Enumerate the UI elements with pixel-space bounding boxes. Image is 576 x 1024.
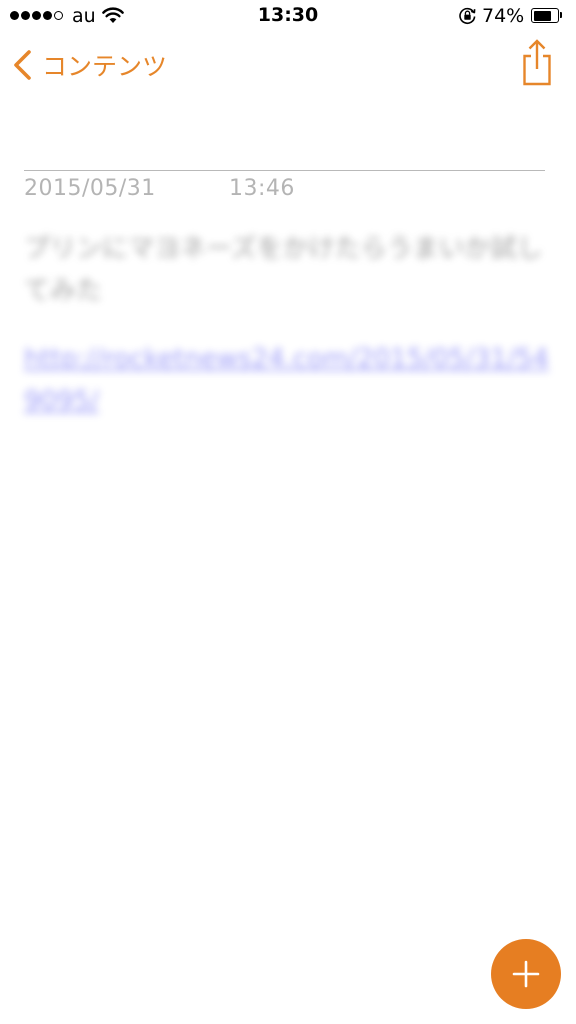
add-button[interactable] bbox=[491, 939, 561, 1009]
rotation-lock-icon bbox=[458, 6, 477, 30]
navigation-bar: コンテンツ bbox=[0, 32, 576, 96]
share-button[interactable] bbox=[518, 38, 556, 86]
battery-icon bbox=[531, 8, 559, 23]
note-divider bbox=[24, 170, 545, 171]
battery-percent: 74% bbox=[482, 5, 525, 27]
back-button-label: コンテンツ bbox=[42, 52, 168, 81]
chevron-left-icon bbox=[14, 50, 31, 80]
back-button[interactable]: コンテンツ bbox=[10, 48, 167, 82]
note-link[interactable]: http://rocketnews24.com/2015/05/31/54909… bbox=[24, 338, 550, 422]
note-time: 13:46 bbox=[229, 176, 295, 201]
note-body-text: プリンにマヨネーズをかけたらうまいか試してみた bbox=[24, 234, 543, 306]
share-icon bbox=[523, 39, 551, 86]
plus-icon bbox=[512, 960, 540, 988]
note-date: 2015/05/31 bbox=[24, 176, 156, 201]
status-bar: au 13:30 74% bbox=[0, 0, 576, 32]
screen: au 13:30 74% コンテンツ 2015/05/31 13:46 プリンに… bbox=[0, 0, 576, 1024]
